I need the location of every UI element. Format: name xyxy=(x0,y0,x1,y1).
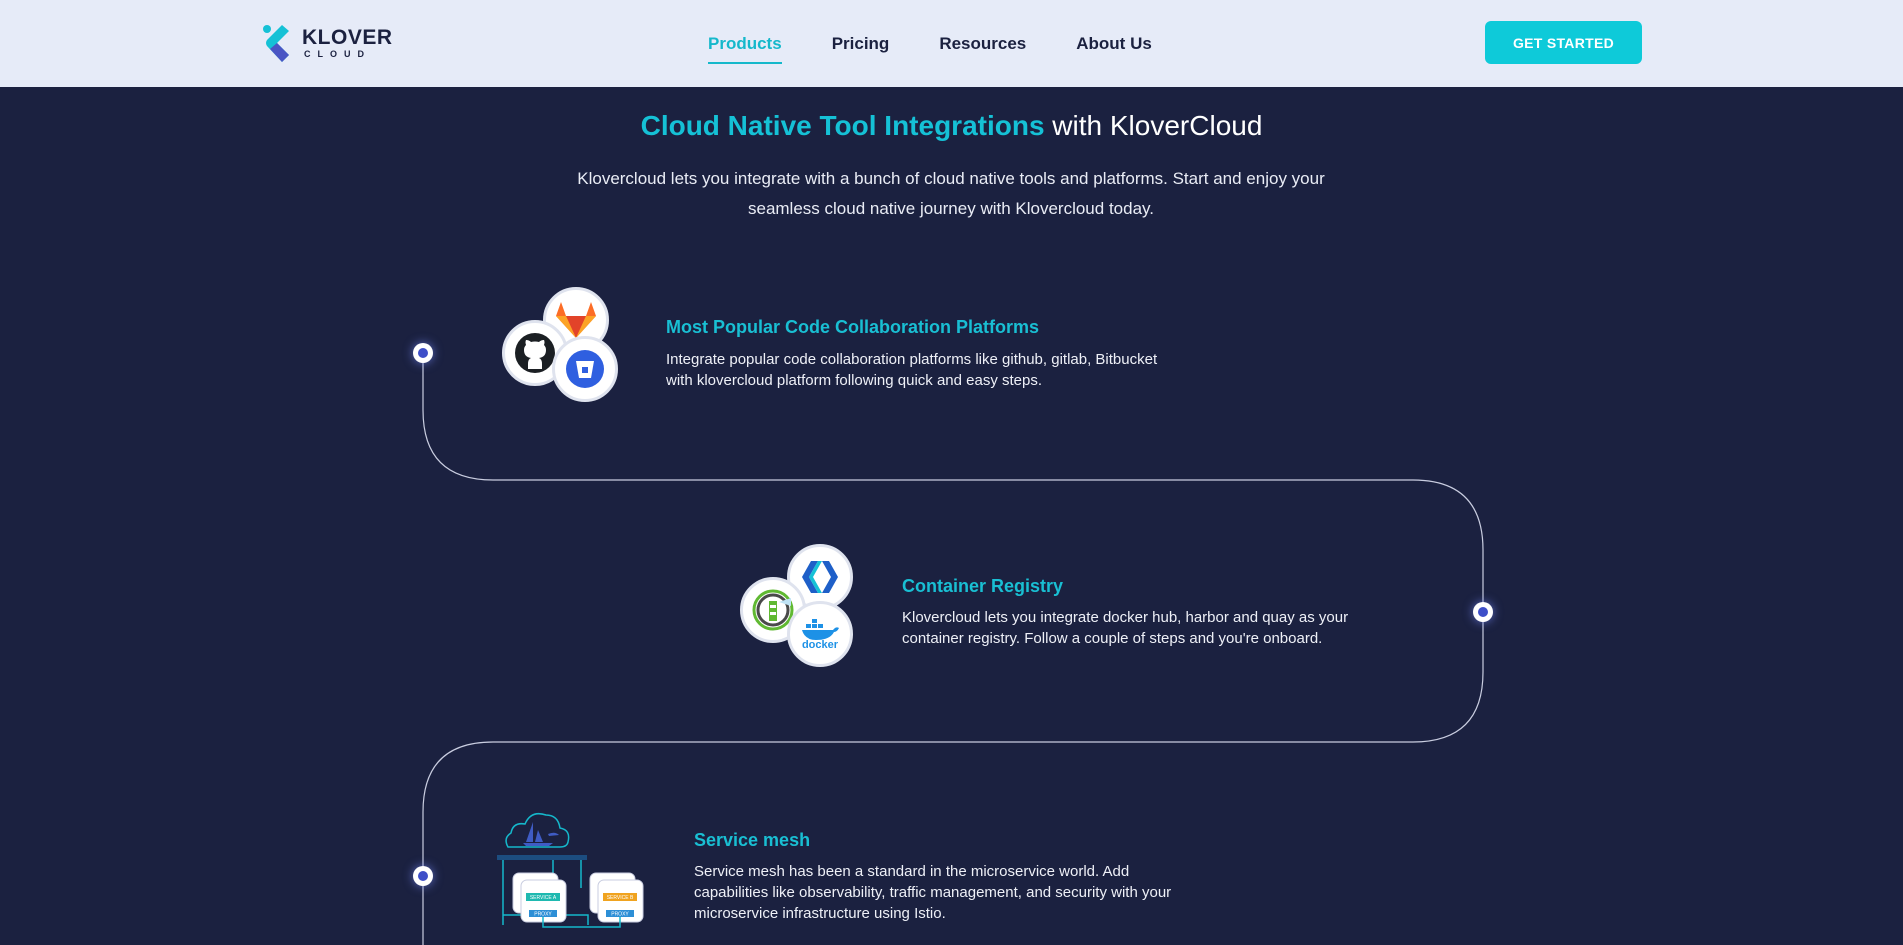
klover-logo-icon xyxy=(263,25,289,62)
timeline-dot-3 xyxy=(413,866,433,886)
feature-3-description: Service mesh has been a standard in the … xyxy=(694,863,1172,922)
logo-wordmark: KLOVER xyxy=(302,26,393,49)
site-header: KLOVER CLOUD Products Pricing Resources … xyxy=(0,0,1903,87)
section-subtitle: Klovercloud lets you integrate with a bu… xyxy=(577,169,1325,218)
section-title: Cloud Native Tool Integrations with Klov… xyxy=(0,110,1903,142)
nav-resources[interactable]: Resources xyxy=(939,26,1026,62)
service-a-label: SERVICE A xyxy=(530,895,557,901)
nav-about-us[interactable]: About Us xyxy=(1076,26,1152,62)
nav-pricing[interactable]: Pricing xyxy=(832,26,890,62)
nav-products[interactable]: Products xyxy=(708,26,782,64)
service-b-label: SERVICE B xyxy=(607,895,634,901)
timeline-dot-2 xyxy=(1473,602,1493,622)
section-title-highlight: Cloud Native Tool Integrations xyxy=(640,110,1045,141)
bitbucket-icon xyxy=(552,336,618,402)
klovercloud-logo[interactable]: KLOVER CLOUD xyxy=(262,22,393,64)
logo-subtext: CLOUD xyxy=(304,49,371,59)
main-nav: Products Pricing Resources About Us xyxy=(708,0,1202,87)
feature-3-title: Service mesh xyxy=(694,830,811,850)
docker-label: docker xyxy=(801,638,839,651)
proxy-b-label: PROXY xyxy=(611,912,629,918)
feature-2-description: Klovercloud lets you integrate docker hu… xyxy=(902,609,1349,647)
feature-1-description: Integrate popular code collaboration pla… xyxy=(666,351,1158,389)
timeline-dot-1 xyxy=(413,343,433,363)
feature-2-title: Container Registry xyxy=(902,576,1064,596)
service-mesh-diagram: SERVICE A PROXY SERVICE B PROXY xyxy=(497,812,644,928)
get-started-button[interactable]: GET STARTED xyxy=(1485,21,1642,64)
section-title-rest: with KloverCloud xyxy=(1044,110,1263,141)
proxy-a-label: PROXY xyxy=(534,912,552,918)
feature-1-title: Most Popular Code Collaboration Platform… xyxy=(666,317,1040,337)
docker-icon: docker xyxy=(787,601,853,667)
